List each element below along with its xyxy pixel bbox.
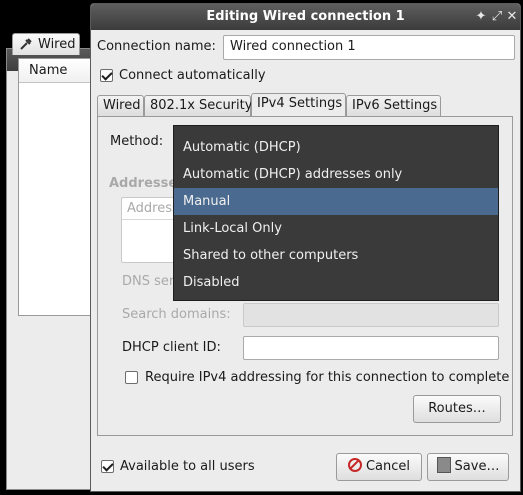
- tab-8021x-security[interactable]: 802.1x Security: [144, 95, 253, 117]
- dialog-title: Editing Wired connection 1: [206, 9, 405, 24]
- method-dropdown-menu[interactable]: Automatic (DHCP) Automatic (DHCP) addres…: [173, 125, 499, 301]
- tab-ipv6-label: IPv6 Settings: [352, 98, 438, 113]
- maximize-icon[interactable]: ⤢: [489, 9, 505, 25]
- dialog-titlebar: Editing Wired connection 1: [91, 4, 520, 30]
- pin-icon[interactable]: ✦: [473, 9, 489, 25]
- method-label: Method:: [110, 134, 164, 149]
- dhcp-client-id-label: DHCP client ID:: [122, 340, 221, 355]
- routes-button-label: Routes…: [428, 401, 486, 416]
- menu-item-shared-to-other-computers[interactable]: Shared to other computers: [174, 242, 498, 269]
- cancel-button[interactable]: Cancel: [336, 453, 422, 481]
- menu-item-link-local-only[interactable]: Link-Local Only: [174, 215, 498, 242]
- search-domains-label: Search domains:: [122, 307, 231, 322]
- menu-item-disabled[interactable]: Disabled: [174, 269, 498, 296]
- tab-ipv6-settings[interactable]: IPv6 Settings: [346, 95, 441, 117]
- require-ipv4-checkbox[interactable]: [125, 371, 138, 384]
- menu-item-automatic-dhcp[interactable]: Automatic (DHCP): [174, 134, 498, 161]
- save-button[interactable]: Save…: [427, 453, 509, 481]
- connect-automatically-checkbox[interactable]: [100, 69, 113, 82]
- wired-plug-icon: [19, 37, 33, 51]
- dhcp-client-id-input[interactable]: [243, 336, 499, 360]
- save-button-label: Save…: [454, 459, 500, 474]
- connection-name-label: Connection name:: [97, 39, 216, 54]
- menu-item-automatic-dhcp-addresses-only[interactable]: Automatic (DHCP) addresses only: [174, 161, 498, 188]
- available-all-users-checkbox[interactable]: [101, 460, 114, 473]
- addresses-table[interactable]: Address: [121, 197, 181, 263]
- cancel-button-label: Cancel: [365, 459, 411, 474]
- connect-automatically-label: Connect automatically: [119, 68, 266, 83]
- routes-button[interactable]: Routes…: [413, 395, 501, 423]
- tab-wired[interactable]: Wired: [97, 95, 144, 117]
- address-column-header: Address: [122, 198, 180, 220]
- menu-item-manual[interactable]: Manual: [174, 188, 498, 215]
- connection-name-value: Wired connection 1: [230, 39, 356, 54]
- tab-8021x-label: 802.1x Security: [150, 98, 253, 113]
- tab-label: Wired: [38, 37, 76, 52]
- save-icon: [436, 457, 451, 473]
- available-all-users-label: Available to all users: [120, 459, 255, 474]
- tab-wired-background[interactable]: Wired: [12, 33, 80, 55]
- tab-ipv4-settings[interactable]: IPv4 Settings: [251, 93, 346, 117]
- tab-wired-label: Wired: [103, 98, 141, 113]
- connection-name-input[interactable]: Wired connection 1: [223, 35, 515, 60]
- require-ipv4-label: Require IPv4 addressing for this connect…: [145, 370, 510, 385]
- cancel-icon: [347, 458, 362, 472]
- close-icon[interactable]: ✕: [504, 9, 520, 25]
- tab-ipv4-label: IPv4 Settings: [257, 96, 343, 111]
- search-domains-input: [243, 303, 499, 327]
